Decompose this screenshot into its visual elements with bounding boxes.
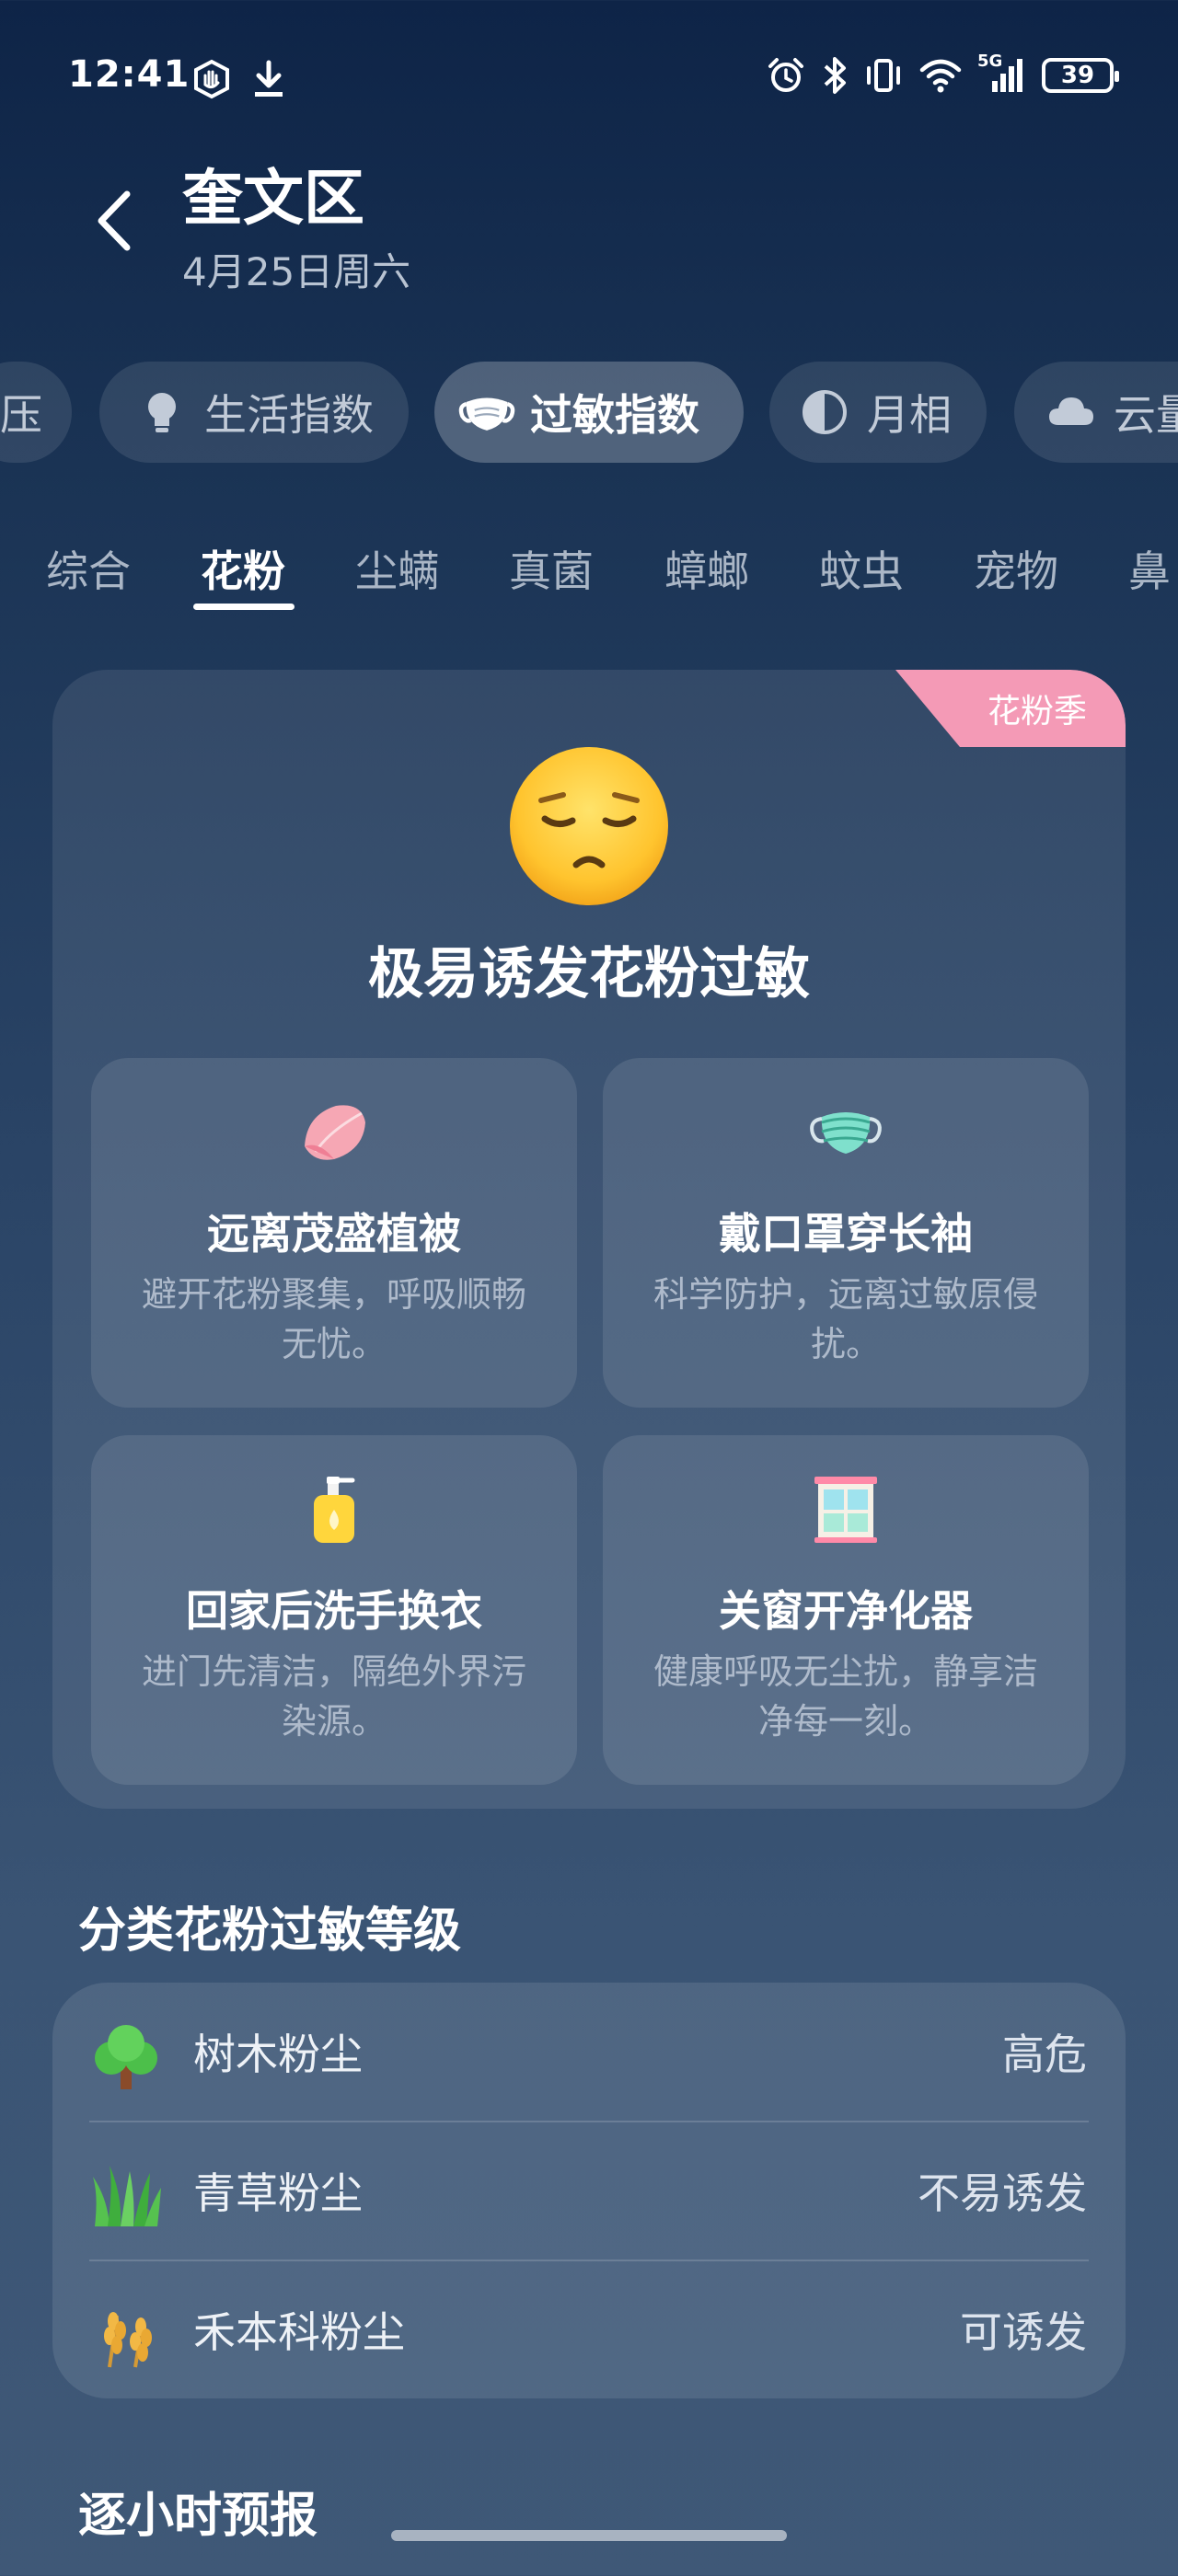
alarm-icon	[768, 58, 803, 92]
section-title-pollen-levels: 分类花粉过敏等级	[78, 1903, 462, 1959]
list-item[interactable]: 树木粉尘 高危	[89, 1983, 1089, 2121]
download-icon	[255, 60, 283, 97]
pollen-name: 树木粉尘	[193, 2030, 363, 2079]
page-subtitle: 4月25日周六	[182, 249, 411, 294]
tab-pet[interactable]: 宠物	[974, 538, 1058, 599]
allergy-headline: 极易诱发花粉过敏	[368, 942, 810, 1006]
tab-overall[interactable]: 综合	[46, 538, 131, 599]
tip-card: 回家后洗手换衣 进门先清洁，隔绝外界污染源。	[91, 1435, 577, 1785]
pollen-level-list: 树木粉尘 高危 青草粉尘 不易诱发 禾本科粉尘 可诱发	[52, 1983, 1126, 2398]
tip-title: 戴口罩穿长袖	[719, 1209, 973, 1259]
tip-card: 关窗开净化器 健康呼吸无尘扰，静享洁净每一刻。	[603, 1435, 1089, 1785]
status-bar: 12:41 5G 39	[0, 0, 1178, 161]
chip-label: 月相	[867, 390, 952, 440]
pollen-level: 不易诱发	[918, 2168, 1087, 2218]
season-badge: 花粉季	[895, 670, 1126, 747]
season-badge-label: 花粉季	[987, 693, 1087, 730]
list-item[interactable]: 禾本科粉尘 可诱发	[89, 2260, 1089, 2398]
tip-description: 进门先清洁，隔绝外界污染源。	[141, 1651, 526, 1742]
tip-title: 关窗开净化器	[719, 1586, 973, 1636]
pensive-face-icon	[510, 747, 668, 905]
pollen-level: 可诱发	[960, 2307, 1087, 2357]
chip-label: 生活指数	[204, 390, 374, 440]
petal-icon	[305, 1105, 365, 1160]
tab-nasal[interactable]: 鼻	[1128, 538, 1171, 599]
hand-stop-icon	[194, 59, 229, 99]
status-icons-left	[191, 59, 287, 99]
tab-mold[interactable]: 真菌	[509, 538, 594, 599]
tab-active-indicator	[193, 604, 294, 610]
tab-pollen[interactable]: 花粉	[201, 538, 285, 599]
tab-cockroach[interactable]: 蟑螂	[664, 538, 749, 599]
chip-moon-phase[interactable]: 月相	[769, 362, 987, 463]
tip-card: 戴口罩穿长袖 科学防护，远离过敏原侵扰。	[603, 1058, 1089, 1408]
section-title-hourly: 逐小时预报	[78, 2489, 318, 2544]
pollen-name: 青草粉尘	[193, 2168, 363, 2218]
pollen-name: 禾本科粉尘	[193, 2307, 405, 2357]
lightbulb-icon	[148, 393, 176, 432]
back-arrow-icon[interactable]	[92, 189, 138, 253]
tip-description: 避开花粉聚集，呼吸顺畅无忧。	[141, 1274, 526, 1364]
chip-label: 过敏指数	[530, 390, 699, 440]
tab-mosquito[interactable]: 蚊虫	[819, 538, 904, 599]
moon-phase-icon	[803, 390, 847, 434]
soap-bottle-icon	[314, 1477, 355, 1543]
grass-icon	[93, 2166, 161, 2226]
tip-title: 回家后洗手换衣	[186, 1586, 482, 1636]
cloud-icon	[1049, 397, 1093, 425]
status-time: 12:41	[68, 53, 191, 96]
face-mask-icon	[810, 1112, 882, 1154]
vibrate-icon	[867, 59, 900, 92]
mask-icon	[458, 397, 515, 431]
list-item[interactable]: 青草粉尘 不易诱发	[89, 2122, 1089, 2260]
tip-description: 科学防护，远离过敏原侵扰。	[653, 1274, 1038, 1364]
tip-description: 健康呼吸无尘扰，静享洁净每一刻。	[653, 1651, 1038, 1742]
tab-dust-mite[interactable]: 尘螨	[355, 538, 440, 599]
chip-life-index[interactable]: 生活指数	[99, 362, 409, 463]
signal-icon: 5G	[977, 52, 1027, 96]
bluetooth-icon	[824, 57, 846, 94]
chip-label: 压	[0, 390, 42, 440]
battery-icon: 39	[1042, 58, 1119, 93]
tip-title: 远离茂盛植被	[207, 1209, 461, 1259]
status-icons-right: 5G 39	[766, 52, 1119, 96]
pollen-allergy-card: 花粉季 极易诱发花粉过敏 远离茂盛植被 避开花粉聚集，呼吸顺畅无忧。 戴口罩穿长…	[52, 670, 1126, 1809]
battery-level: 39	[1060, 62, 1095, 89]
tree-icon	[95, 2025, 157, 2089]
chip-cloud-cover[interactable]: 云量	[1014, 362, 1178, 463]
page-title: 奎文区	[182, 163, 364, 234]
wifi-icon	[919, 59, 962, 93]
chip-label: 云量	[1114, 390, 1178, 440]
pollen-level: 高危	[1002, 2030, 1087, 2079]
tip-card: 远离茂盛植被 避开花粉聚集，呼吸顺畅无忧。	[91, 1058, 577, 1408]
wheat-icon	[104, 2312, 152, 2368]
home-indicator[interactable]	[391, 2530, 787, 2541]
chip-pressure[interactable]: 压	[0, 362, 72, 463]
chip-allergy-index[interactable]: 过敏指数	[434, 362, 744, 463]
window-icon	[814, 1477, 877, 1543]
